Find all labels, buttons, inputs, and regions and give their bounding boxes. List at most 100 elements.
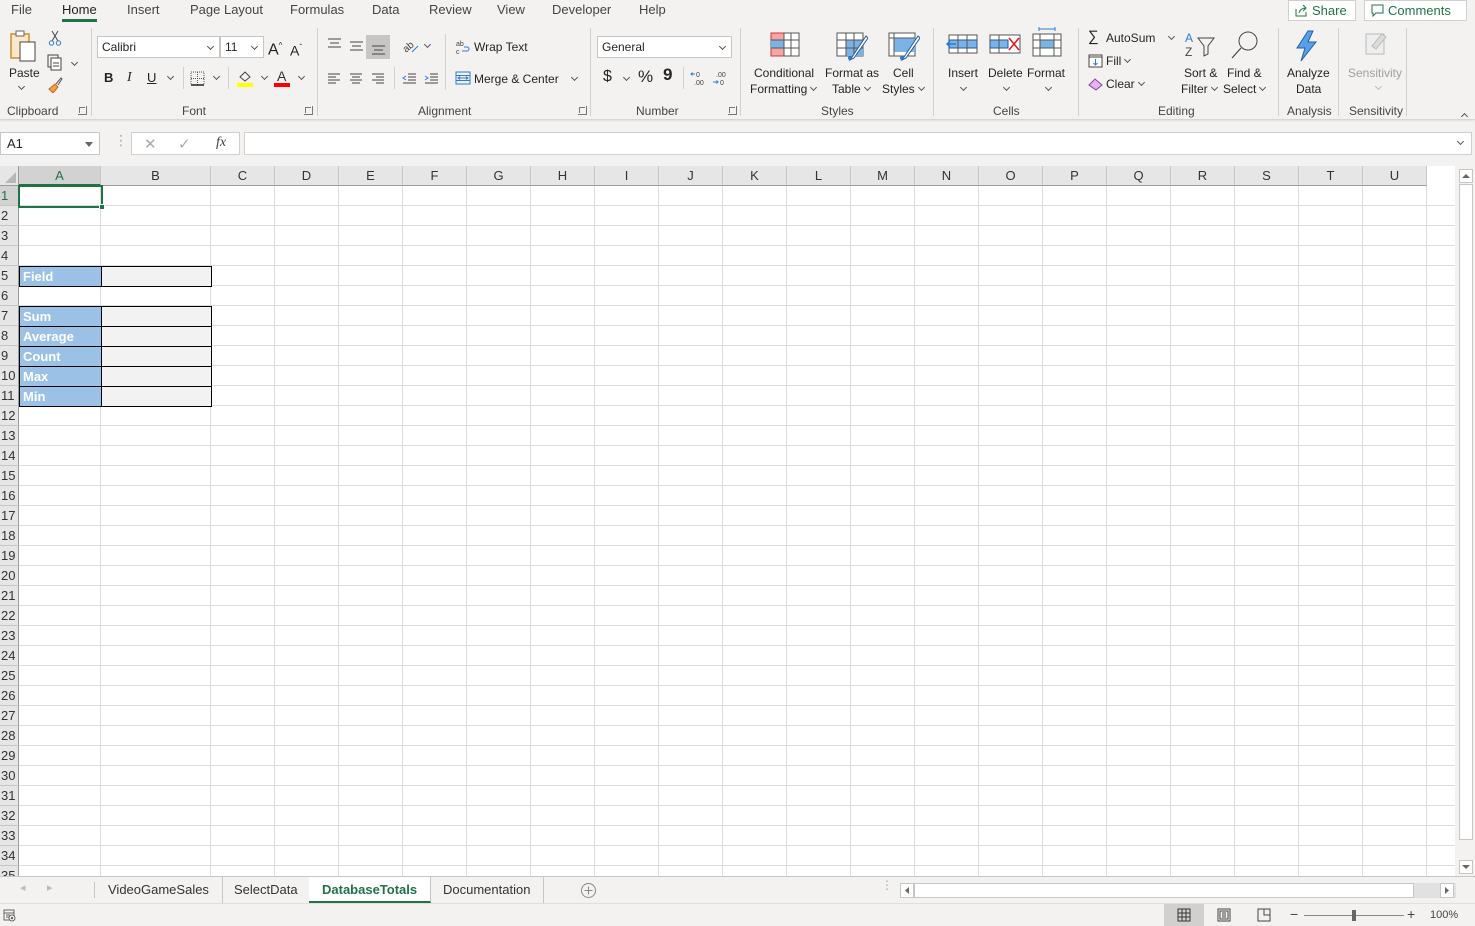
underline-dropdown-icon[interactable] bbox=[166, 72, 175, 81]
row-header-11[interactable]: 11 bbox=[0, 386, 19, 406]
row-header-25[interactable]: 25 bbox=[0, 666, 19, 686]
font-size-select[interactable]: 11 bbox=[220, 36, 264, 58]
row-header-19[interactable]: 19 bbox=[0, 546, 19, 566]
column-header-e[interactable]: E bbox=[339, 166, 403, 186]
orientation-icon[interactable]: ab bbox=[402, 38, 420, 54]
row-header-6[interactable]: 6 bbox=[0, 286, 19, 306]
column-header-m[interactable]: M bbox=[851, 166, 915, 186]
column-header-f[interactable]: F bbox=[403, 166, 467, 186]
column-header-u[interactable]: U bbox=[1363, 166, 1427, 186]
column-header-q[interactable]: Q bbox=[1107, 166, 1171, 186]
column-header-a[interactable]: A bbox=[19, 166, 101, 186]
borders-icon[interactable] bbox=[190, 71, 205, 86]
analyze-data-line1[interactable]: Analyze bbox=[1287, 65, 1330, 81]
stat-label-sum[interactable]: Sum bbox=[19, 306, 102, 327]
row-header-10[interactable]: 10 bbox=[0, 366, 19, 386]
sort-filter-line2[interactable]: Filter bbox=[1181, 81, 1218, 97]
wrap-text-icon[interactable]: abc bbox=[456, 39, 470, 55]
row-header-4[interactable]: 4 bbox=[0, 246, 19, 266]
clear-button[interactable]: Clear bbox=[1106, 76, 1145, 92]
delete-cells-icon[interactable] bbox=[989, 32, 1021, 56]
horizontal-scrollbar[interactable] bbox=[900, 883, 1456, 898]
font-color-icon[interactable]: A bbox=[273, 68, 291, 88]
row-header-12[interactable]: 12 bbox=[0, 406, 19, 426]
zoom-slider-thumb[interactable] bbox=[1352, 910, 1356, 921]
cut-icon[interactable] bbox=[48, 30, 62, 46]
decrease-indent-icon[interactable] bbox=[402, 73, 417, 85]
format-as-table-line1[interactable]: Format as bbox=[825, 65, 879, 81]
stat-label-average[interactable]: Average bbox=[19, 326, 102, 347]
row-header-35[interactable]: 35 bbox=[0, 866, 19, 876]
horizontal-scroll-thumb[interactable] bbox=[914, 883, 1414, 898]
number-format-select[interactable]: General bbox=[597, 36, 732, 58]
format-dropdown-icon[interactable] bbox=[1044, 83, 1053, 92]
column-header-c[interactable]: C bbox=[211, 166, 275, 186]
column-header-i[interactable]: I bbox=[595, 166, 659, 186]
font-name-select[interactable]: Calibri bbox=[97, 36, 220, 58]
column-header-d[interactable]: D bbox=[275, 166, 339, 186]
conditional-formatting-line1[interactable]: Conditional bbox=[754, 65, 814, 81]
row-header-15[interactable]: 15 bbox=[0, 466, 19, 486]
stat-label-max[interactable]: Max bbox=[19, 366, 102, 387]
row-header-20[interactable]: 20 bbox=[0, 566, 19, 586]
number-launcher-icon[interactable] bbox=[728, 106, 737, 115]
tab-developer[interactable]: Developer bbox=[552, 2, 611, 17]
column-header-p[interactable]: P bbox=[1043, 166, 1107, 186]
conditional-formatting-line2[interactable]: Formatting bbox=[750, 81, 818, 97]
format-painter-icon[interactable] bbox=[47, 77, 63, 93]
align-left-icon[interactable] bbox=[327, 73, 341, 85]
scroll-up-button[interactable] bbox=[1459, 169, 1473, 183]
row-header-30[interactable]: 30 bbox=[0, 766, 19, 786]
font-launcher-icon[interactable] bbox=[304, 106, 313, 115]
row-header-33[interactable]: 33 bbox=[0, 826, 19, 846]
format-as-table-line2[interactable]: Table bbox=[832, 81, 871, 97]
scroll-right-button[interactable] bbox=[1440, 883, 1454, 898]
column-header-l[interactable]: L bbox=[787, 166, 851, 186]
next-sheet-icon[interactable]: ▸ bbox=[47, 881, 53, 894]
decrease-font-icon[interactable]: Aˇ bbox=[290, 40, 302, 59]
comma-style-button[interactable]: 9 bbox=[663, 66, 672, 83]
select-all-button[interactable] bbox=[0, 166, 19, 186]
font-color-dropdown-icon[interactable] bbox=[297, 72, 306, 81]
tab-file[interactable]: File bbox=[11, 2, 32, 17]
tab-review[interactable]: Review bbox=[429, 2, 472, 17]
zoom-slider[interactable] bbox=[1304, 910, 1404, 921]
top-align-icon[interactable] bbox=[327, 38, 342, 51]
column-header-b[interactable]: B bbox=[101, 166, 211, 186]
fill-color-dropdown-icon[interactable] bbox=[260, 72, 269, 81]
currency-dropdown-icon[interactable] bbox=[622, 73, 631, 82]
tab-formulas[interactable]: Formulas bbox=[290, 2, 344, 17]
sheet-tab-databasetotals[interactable]: DatabaseTotals bbox=[309, 877, 432, 903]
row-header-7[interactable]: 7 bbox=[0, 306, 19, 326]
tab-split-grip-icon[interactable]: ⋮ bbox=[881, 879, 893, 891]
clipboard-launcher-icon[interactable] bbox=[78, 106, 87, 115]
currency-button[interactable]: $ bbox=[603, 69, 612, 85]
zoom-in-button[interactable]: + bbox=[1407, 906, 1415, 922]
row-header-34[interactable]: 34 bbox=[0, 846, 19, 866]
formula-input[interactable] bbox=[244, 132, 1472, 155]
scroll-down-button[interactable] bbox=[1459, 860, 1473, 874]
copy-dropdown-icon[interactable] bbox=[70, 58, 79, 67]
find-select-line1[interactable]: Find & bbox=[1227, 65, 1262, 81]
stat-value-sum[interactable] bbox=[101, 306, 212, 327]
conditional-formatting-icon[interactable] bbox=[770, 32, 800, 57]
prev-sheet-icon[interactable]: ◂ bbox=[20, 881, 26, 894]
align-right-icon[interactable] bbox=[371, 73, 385, 85]
autosum-button[interactable]: AutoSum bbox=[1106, 30, 1155, 46]
insert-cells-icon[interactable] bbox=[946, 32, 978, 56]
row-header-29[interactable]: 29 bbox=[0, 746, 19, 766]
merge-center-button[interactable]: Merge & Center bbox=[474, 71, 559, 87]
decrease-decimal-icon[interactable]: .000 bbox=[712, 70, 730, 86]
middle-align-icon[interactable] bbox=[349, 40, 364, 53]
page-layout-view-icon[interactable] bbox=[1217, 908, 1231, 922]
column-header-n[interactable]: N bbox=[915, 166, 979, 186]
paste-dropdown-icon[interactable] bbox=[17, 82, 26, 91]
cell-styles-line1[interactable]: Cell bbox=[893, 65, 914, 81]
insert-cells-label[interactable]: Insert bbox=[948, 65, 978, 81]
row-header-21[interactable]: 21 bbox=[0, 586, 19, 606]
sheet-tab-videogamesales[interactable]: VideoGameSales bbox=[95, 877, 223, 903]
scroll-left-button[interactable] bbox=[900, 883, 914, 898]
row-header-9[interactable]: 9 bbox=[0, 346, 19, 366]
fill-color-icon[interactable] bbox=[236, 68, 254, 88]
delete-dropdown-icon[interactable] bbox=[1002, 83, 1011, 92]
